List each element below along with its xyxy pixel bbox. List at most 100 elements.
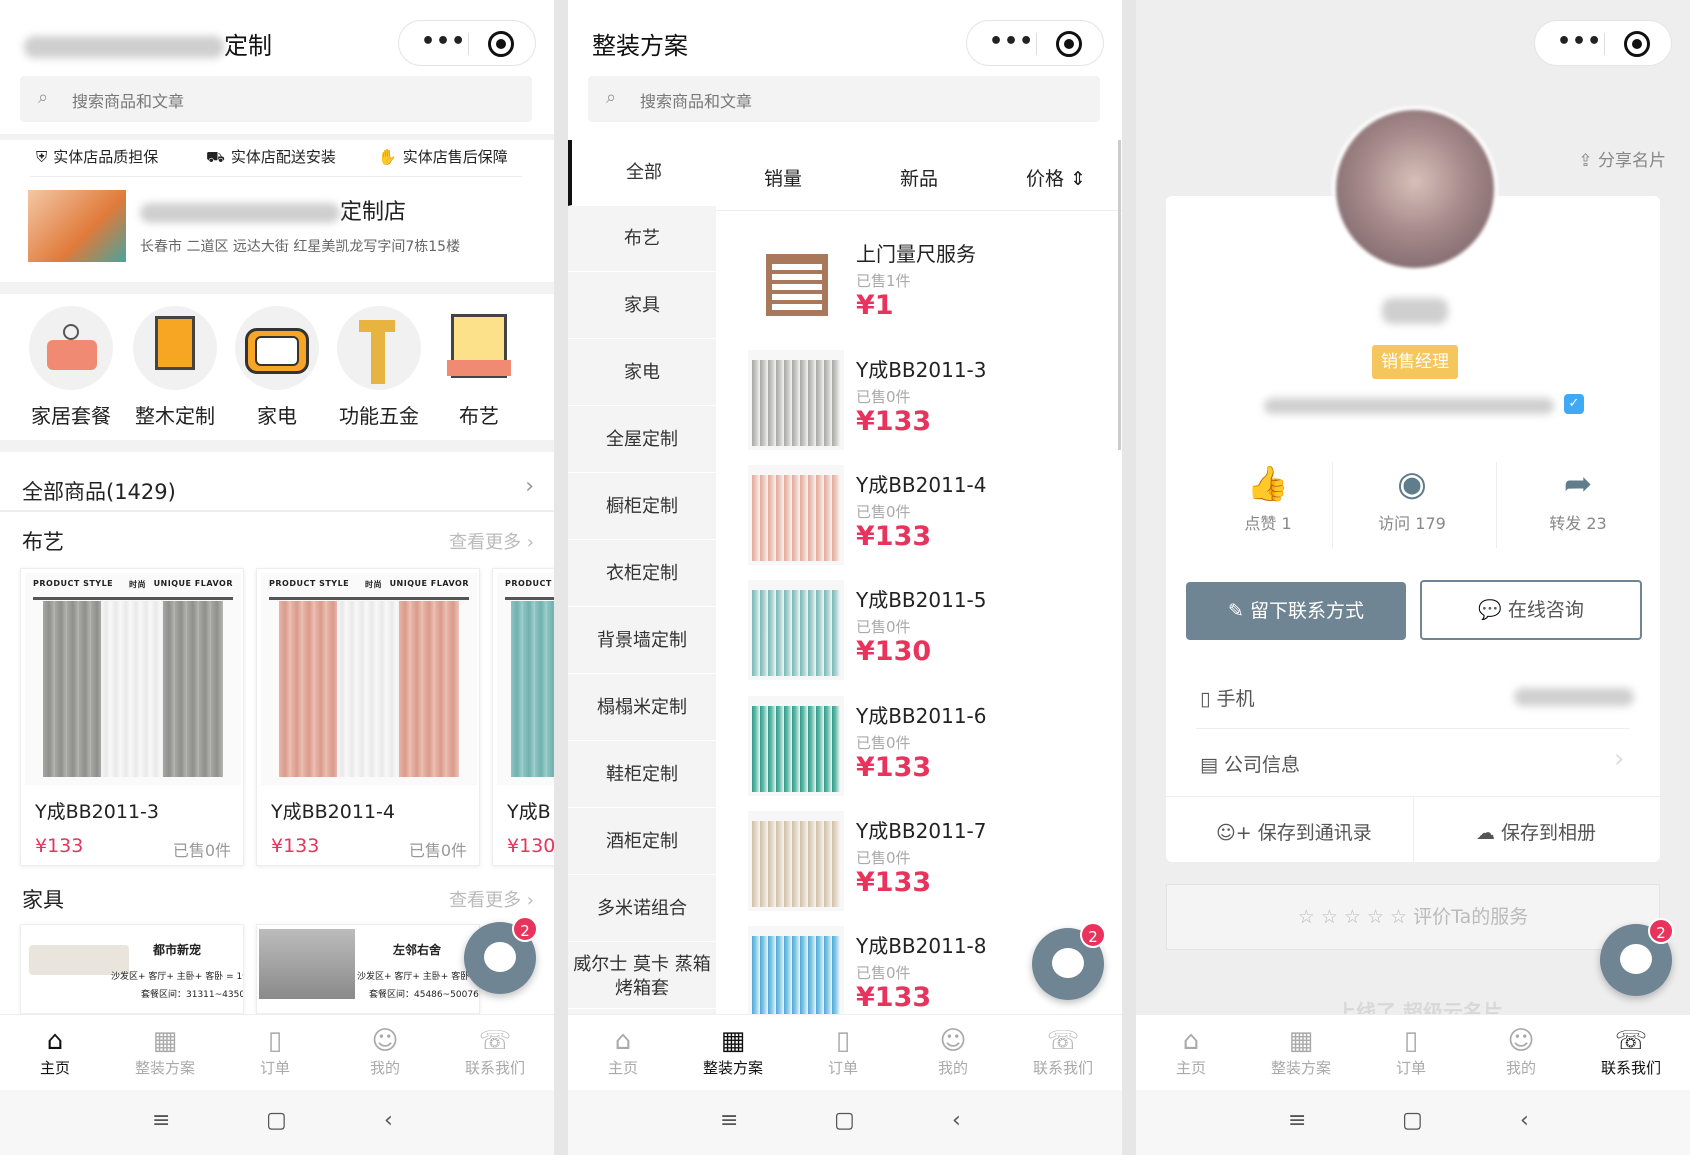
sidebar-item-all[interactable]: 全部 [568, 140, 716, 206]
leave-contact-button[interactable]: ✎ 留下联系方式 [1186, 582, 1406, 640]
menu-icon[interactable]: ≡ [152, 1108, 170, 1133]
close-target-icon[interactable] [1056, 31, 1082, 57]
rate-service-button[interactable]: ☆ ☆ ☆ ☆ ☆ 评价Ta的服务 [1166, 884, 1660, 950]
company-info-row[interactable]: ▤ 公司信息 [1200, 750, 1300, 777]
tab-home[interactable]: ⌂ 主页 [1136, 1025, 1246, 1078]
see-more-fabric[interactable]: 查看更多 › [449, 528, 534, 554]
sidebar-item-wine-cabinet[interactable]: 酒柜定制 [568, 809, 716, 875]
sidebar-item-tatami[interactable]: 榻榻米定制 [568, 675, 716, 741]
category-fabric[interactable]: 布艺 [432, 306, 526, 429]
close-target-icon[interactable] [1624, 31, 1650, 57]
chevron-right-icon[interactable]: › [1614, 744, 1624, 774]
save-album-button[interactable]: ☁ 保存到相册 [1476, 818, 1596, 845]
list-item[interactable]: Y成BB2011-3 已售0件 ¥133 [740, 350, 1110, 465]
back-icon[interactable]: ‹ [1520, 1108, 1529, 1133]
phone-icon: ☏ [1046, 1026, 1080, 1056]
list-item[interactable]: Y成BB2011-7 已售0件 ¥133 [740, 811, 1110, 926]
tab-orders[interactable]: ▯ 订单 [1356, 1025, 1466, 1078]
see-more-furniture[interactable]: 查看更多 › [449, 886, 534, 912]
product-image: PRODUCT STYLE 时尚 UNIQUE FLAVOR [261, 573, 477, 785]
category-woodwork[interactable]: 整木定制 [128, 306, 222, 429]
sidebar-item-cabinet[interactable]: 橱柜定制 [568, 474, 716, 540]
tab-home[interactable]: ⌂ 主页 [0, 1025, 110, 1078]
home-icon: ⌂ [46, 1026, 64, 1056]
product-card[interactable]: PRODUCT STYLE 时尚 UNIQUE FLAVOR Y成BB2011-4 … [256, 568, 480, 866]
tab-orders[interactable]: ▯ 订单 [220, 1025, 330, 1078]
home-icon: ⌂ [1182, 1026, 1200, 1056]
search-input[interactable]: ⌕ 搜索商品和文章 [588, 76, 1100, 122]
list-item[interactable]: Y成BB2011-4 已售0件 ¥133 [740, 465, 1110, 580]
tab-mine[interactable]: ☺ 我的 [1466, 1025, 1576, 1078]
store-name[interactable]: 定制店 [140, 194, 406, 226]
sort-new[interactable]: 新品 [900, 164, 938, 191]
sidebar-item-whole-house[interactable]: 全屋定制 [568, 407, 716, 473]
forward-icon: ➦ [1563, 464, 1593, 504]
sidebar-item-oven-set[interactable]: 威尔士 莫卡 蒸箱 烤箱套 [568, 943, 716, 1009]
sidebar-item-background-wall[interactable]: 背景墙定制 [568, 608, 716, 674]
product-card[interactable]: PRODUCT STYLE 时尚 UNIQUE FLAVOR Y成BB2011-3 … [20, 568, 244, 866]
user-icon: ☺ [939, 1026, 967, 1056]
close-target-icon[interactable] [488, 31, 514, 57]
online-consult-button[interactable]: 💬 在线咨询 [1420, 580, 1642, 640]
user-icon: ☺ [371, 1026, 399, 1056]
product-card[interactable]: PRODUCT STYLE Y成B ¥130 [492, 568, 554, 866]
chat-fab[interactable]: 2 [1032, 922, 1106, 1000]
search-input[interactable]: ⌕ 搜索商品和文章 [20, 76, 532, 122]
chat-fab[interactable]: 2 [1600, 918, 1674, 996]
home-square-icon[interactable]: ▢ [834, 1108, 855, 1133]
sidebar-item-wardrobe[interactable]: 衣柜定制 [568, 541, 716, 607]
category-appliance[interactable]: 家电 [230, 306, 324, 429]
tab-packages[interactable]: ▦ 整装方案 [1246, 1025, 1356, 1078]
miniapp-capsule[interactable]: ••• [1534, 20, 1672, 66]
sidebar-item-furniture[interactable]: 家具 [568, 273, 716, 339]
tab-home[interactable]: ⌂ 主页 [568, 1025, 678, 1078]
tab-contact[interactable]: ☏ 联系我们 [1008, 1025, 1118, 1078]
tab-contact[interactable]: ☏ 联系我们 [440, 1025, 550, 1078]
home-square-icon[interactable]: ▢ [1402, 1108, 1423, 1133]
miniapp-capsule[interactable]: ••• [398, 20, 536, 66]
more-icon[interactable]: ••• [421, 29, 466, 54]
phone-row[interactable]: ▯ 手机 [1200, 684, 1255, 711]
tab-packages[interactable]: ▦ 整装方案 [678, 1025, 788, 1078]
sort-sales[interactable]: 销量 [764, 164, 802, 191]
product-image: PRODUCT STYLE 时尚 UNIQUE FLAVOR [25, 573, 241, 785]
product-thumbnail [748, 811, 844, 911]
back-icon[interactable]: ‹ [952, 1108, 961, 1133]
list-item[interactable]: 上门量尺服务 已售1件 ¥1 [740, 234, 1110, 349]
chevron-right-icon[interactable]: › [525, 474, 534, 499]
tab-contact[interactable]: ☏ 联系我们 [1576, 1025, 1686, 1078]
share-card-button[interactable]: ⇪ 分享名片 [1578, 146, 1666, 171]
package-card[interactable]: 左邻右舍 沙发区+ 客厅+ 主卧+ 客卧 = 1 套餐区间：45486~5007… [256, 924, 480, 1014]
list-item[interactable]: Y成BB2011-5 已售0件 ¥130 [740, 580, 1110, 695]
product-thumbnail [748, 465, 844, 565]
sidebar-item-appliance[interactable]: 家电 [568, 340, 716, 406]
tab-packages[interactable]: ▦ 整装方案 [110, 1025, 220, 1078]
sidebar-item-shoe-cabinet[interactable]: 鞋柜定制 [568, 742, 716, 808]
package-card[interactable]: 都市新宠 沙发区+ 客厅+ 主卧+ 客卧 = 1件 套餐区间：31311~435… [20, 924, 244, 1014]
store-thumbnail[interactable] [28, 190, 126, 262]
phone-icon: ☏ [1614, 1026, 1648, 1056]
home-square-icon[interactable]: ▢ [266, 1108, 287, 1133]
scrollbar[interactable] [1118, 140, 1121, 450]
tab-mine[interactable]: ☺ 我的 [898, 1025, 1008, 1078]
more-icon[interactable]: ••• [989, 29, 1034, 54]
sidebar-item-domino[interactable]: 多米诺组合 [568, 876, 716, 942]
back-icon[interactable]: ‹ [384, 1108, 393, 1133]
tab-mine[interactable]: ☺ 我的 [330, 1025, 440, 1078]
more-icon[interactable]: ••• [1557, 29, 1602, 54]
avatar[interactable] [1332, 106, 1498, 272]
category-hardware[interactable]: 功能五金 [332, 306, 426, 429]
menu-icon[interactable]: ≡ [1288, 1108, 1306, 1133]
stat-forwards[interactable]: ➦ 转发 23 [1498, 464, 1658, 534]
category-home-package[interactable]: 家居套餐 [24, 306, 118, 429]
sort-price[interactable]: 价格 ⇕ [1026, 164, 1086, 191]
miniapp-capsule[interactable]: ••• [966, 20, 1104, 66]
list-item[interactable]: Y成BB2011-6 已售0件 ¥133 [740, 696, 1110, 811]
stat-likes[interactable]: 👍 点赞 1 [1188, 464, 1348, 534]
sidebar-item-fabric[interactable]: 布艺 [568, 206, 716, 272]
tab-orders[interactable]: ▯ 订单 [788, 1025, 898, 1078]
all-products-link[interactable]: 全部商品(1429) [22, 476, 176, 506]
chat-fab[interactable]: 2 [464, 916, 538, 994]
menu-icon[interactable]: ≡ [720, 1108, 738, 1133]
save-contacts-button[interactable]: ☺+ 保存到通讯录 [1216, 818, 1372, 845]
